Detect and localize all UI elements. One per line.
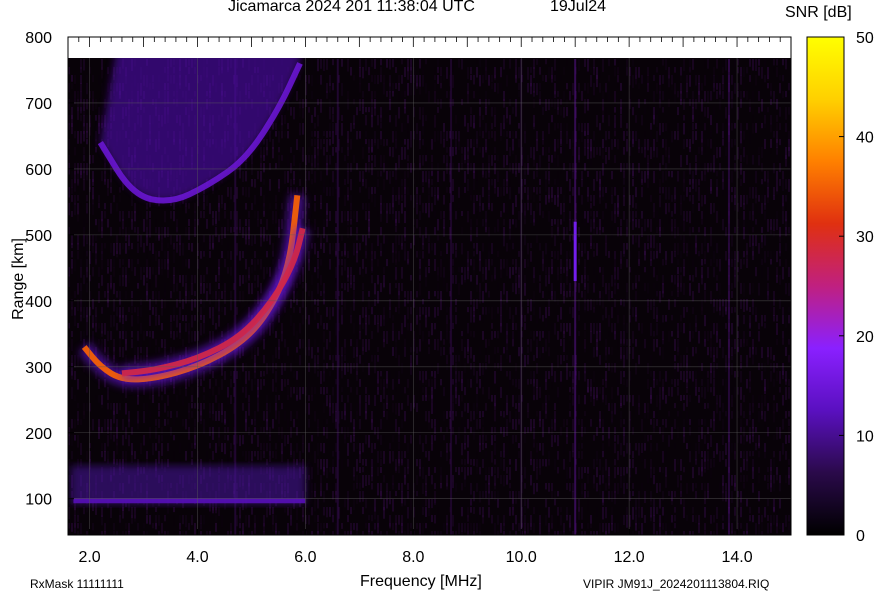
colorbar-tick-label: 10 [856, 428, 874, 445]
colorbar-tick-label: 30 [856, 229, 874, 246]
x-tick-label: 14.0 [721, 549, 752, 566]
ionogram-chart: 2.0 4.0 6.0 8.0 10.0 12.0 14.01002003004005006… [25, 30, 874, 566]
colorbar-tick-label: 50 [856, 30, 874, 47]
x-tick-label: 6.0 [294, 549, 316, 566]
y-tick-label: 300 [25, 360, 52, 377]
y-tick-label: 500 [25, 228, 52, 245]
colorbar-tick-label: 20 [856, 329, 874, 346]
colorbar-tick-label: 40 [856, 130, 874, 147]
x-tick-label: 12.0 [614, 549, 645, 566]
interference-line [336, 59, 339, 535]
interference-line [574, 59, 577, 535]
y-tick-label: 200 [25, 426, 52, 443]
y-tick-label: 700 [25, 96, 52, 113]
colorbar: 0 10 20 30 40 50 [806, 30, 874, 545]
top-strip [68, 37, 791, 58]
interference-line [450, 59, 453, 535]
plot-area: 2.0 4.0 6.0 8.0 10.0 12.0 14.0 100 200 300 400 500 6… [25, 30, 792, 566]
y-tick-label: 400 [25, 294, 52, 311]
colorbar-tick-label: 0 [856, 528, 865, 545]
colorbar-gradient [806, 36, 845, 536]
y-tick-label: 600 [25, 162, 52, 179]
x-tick-label: 8.0 [402, 549, 424, 566]
x-tick-label: 2.0 [78, 549, 100, 566]
x-tick-label: 10.0 [506, 549, 537, 566]
interference-spike [573, 221, 577, 282]
y-tick-label: 800 [25, 30, 52, 47]
trace-3 [70, 465, 306, 504]
interference-line [727, 59, 730, 535]
x-tick-label: 4.0 [186, 549, 208, 566]
y-tick-label: 100 [25, 492, 52, 509]
